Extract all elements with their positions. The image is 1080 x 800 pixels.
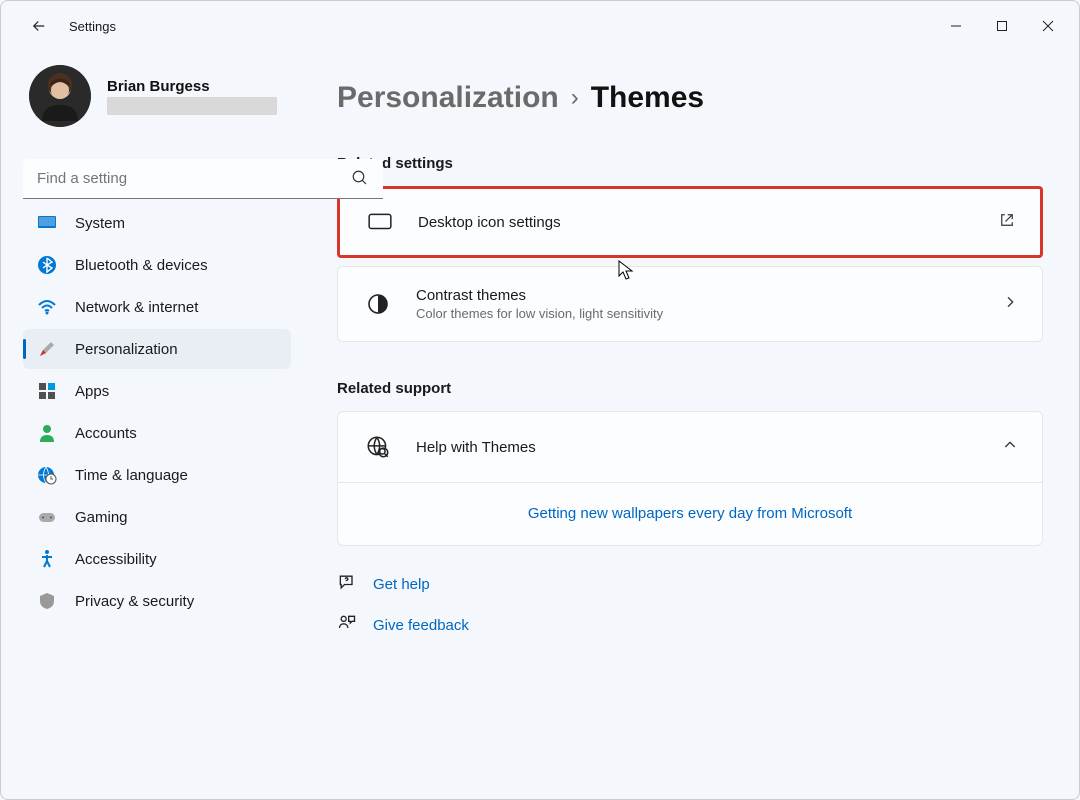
- card-title: Help with Themes: [416, 439, 1002, 456]
- main-content: Personalization › Themes Related setting…: [301, 51, 1079, 799]
- chevron-right-icon: [1002, 294, 1018, 315]
- close-button[interactable]: [1025, 6, 1071, 46]
- sidebar-item-label: System: [75, 215, 125, 232]
- sidebar-item-system[interactable]: System: [23, 203, 291, 243]
- arrow-left-icon: [30, 17, 48, 35]
- card-title: Desktop icon settings: [418, 214, 998, 231]
- accessibility-icon: [37, 549, 57, 569]
- card-subtitle: Color themes for low vision, light sensi…: [416, 306, 1002, 321]
- card-contrast-themes[interactable]: Contrast themes Color themes for low vis…: [337, 266, 1043, 342]
- minimize-button[interactable]: [933, 6, 979, 46]
- gamepad-icon: [37, 507, 57, 527]
- globe-search-icon: [362, 434, 394, 460]
- wallpapers-link-row[interactable]: Getting new wallpapers every day from Mi…: [338, 482, 1042, 545]
- apps-icon: [37, 381, 57, 401]
- search-box[interactable]: [23, 159, 383, 199]
- sidebar-item-apps[interactable]: Apps: [23, 371, 291, 411]
- globe-clock-icon: [37, 465, 57, 485]
- give-feedback-label: Give feedback: [373, 617, 469, 634]
- sidebar-item-label: Bluetooth & devices: [75, 257, 208, 274]
- sidebar-item-network[interactable]: Network & internet: [23, 287, 291, 327]
- profile-name: Brian Burgess: [107, 78, 277, 95]
- page-title: Themes: [591, 81, 704, 115]
- sidebar-item-bluetooth[interactable]: Bluetooth & devices: [23, 245, 291, 285]
- give-feedback-link[interactable]: Give feedback: [337, 613, 1043, 638]
- card-title: Contrast themes: [416, 287, 1002, 304]
- sidebar-item-privacy[interactable]: Privacy & security: [23, 581, 291, 621]
- sidebar-item-gaming[interactable]: Gaming: [23, 497, 291, 537]
- bluetooth-icon: [37, 255, 57, 275]
- feedback-icon: [337, 613, 357, 638]
- card-desktop-icon-settings[interactable]: Desktop icon settings: [337, 186, 1043, 258]
- sidebar-item-accounts[interactable]: Accounts: [23, 413, 291, 453]
- maximize-button[interactable]: [979, 6, 1025, 46]
- wallpapers-link[interactable]: Getting new wallpapers every day from Mi…: [528, 505, 852, 522]
- wifi-icon: [37, 297, 57, 317]
- avatar: [29, 65, 91, 127]
- search-input[interactable]: [23, 159, 383, 199]
- sidebar-item-time[interactable]: Time & language: [23, 455, 291, 495]
- nav: System Bluetooth & devices Network & int…: [23, 203, 291, 621]
- breadcrumb: Personalization › Themes: [337, 81, 1043, 115]
- search-icon: [351, 169, 369, 192]
- maximize-icon: [996, 20, 1008, 32]
- shield-icon: [37, 591, 57, 611]
- external-link-icon: [998, 211, 1016, 234]
- sidebar-item-label: Gaming: [75, 509, 128, 526]
- sidebar-item-label: Personalization: [75, 341, 178, 358]
- sidebar-item-accessibility[interactable]: Accessibility: [23, 539, 291, 579]
- sidebar-item-label: Accounts: [75, 425, 137, 442]
- sidebar-item-personalization[interactable]: Personalization: [23, 329, 291, 369]
- sidebar: Brian Burgess System Bluetooth & devices…: [1, 51, 301, 799]
- help-themes-toggle[interactable]: Help with Themes: [338, 412, 1042, 482]
- back-button[interactable]: [19, 6, 59, 46]
- profile-email-redacted: [107, 97, 277, 115]
- profile-block[interactable]: Brian Burgess: [23, 65, 291, 127]
- window-controls: [933, 6, 1071, 46]
- title-bar: Settings: [1, 1, 1079, 51]
- display-icon: [37, 213, 57, 233]
- sidebar-item-label: Network & internet: [75, 299, 198, 316]
- get-help-label: Get help: [373, 576, 430, 593]
- sidebar-item-label: Accessibility: [75, 551, 157, 568]
- sidebar-item-label: Privacy & security: [75, 593, 194, 610]
- sidebar-item-label: Time & language: [75, 467, 188, 484]
- close-icon: [1042, 20, 1054, 32]
- get-help-link[interactable]: Get help: [337, 572, 1043, 597]
- chevron-right-icon: ›: [571, 84, 579, 112]
- paintbrush-icon: [37, 339, 57, 359]
- window-title: Settings: [69, 19, 116, 34]
- person-icon: [37, 423, 57, 443]
- section-heading-related-support: Related support: [337, 380, 1043, 397]
- card-help-with-themes: Help with Themes Getting new wallpapers …: [337, 411, 1043, 546]
- minimize-icon: [950, 20, 962, 32]
- desktop-icon: [364, 209, 396, 235]
- chevron-up-icon: [1002, 437, 1018, 458]
- section-heading-related-settings: Related settings: [337, 155, 1043, 172]
- help-chat-icon: [337, 572, 357, 597]
- contrast-icon: [362, 292, 394, 316]
- sidebar-item-label: Apps: [75, 383, 109, 400]
- breadcrumb-parent[interactable]: Personalization: [337, 81, 559, 115]
